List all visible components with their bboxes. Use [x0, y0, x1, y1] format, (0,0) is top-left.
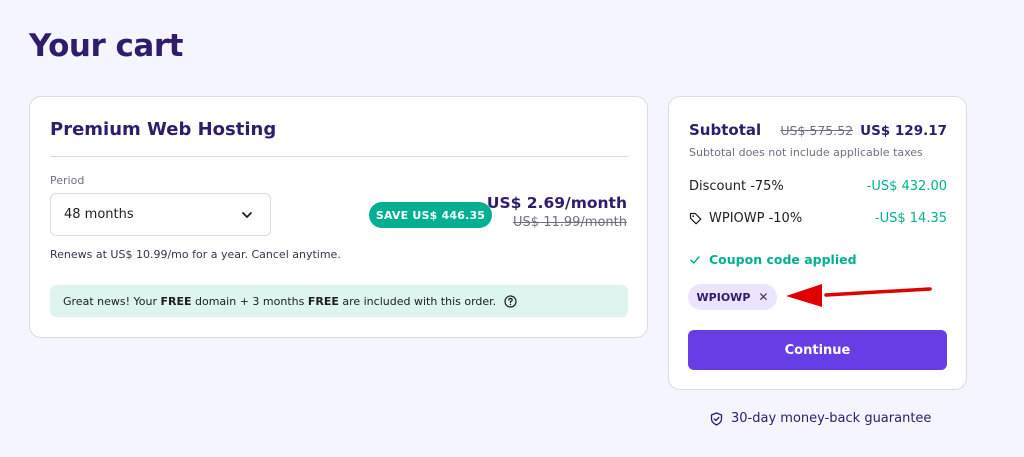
red-arrow-annotation — [786, 284, 932, 307]
promo-text: Great news! Your FREE domain + 3 months … — [63, 294, 497, 308]
coupon-applied-text: Coupon code applied — [709, 252, 857, 267]
subtotal-original: US$ 575.52 — [780, 123, 854, 138]
tag-icon — [689, 212, 702, 225]
product-card: Premium Web Hosting Period 48 months SAV… — [29, 96, 648, 338]
close-icon[interactable]: ✕ — [758, 291, 768, 303]
price-original: US$ 11.99/month — [513, 215, 627, 230]
renew-note: Renews at US$ 10.99/mo for a year. Cance… — [50, 248, 341, 261]
promo-banner: Great news! Your FREE domain + 3 months … — [50, 285, 628, 317]
period-select[interactable]: 48 months — [50, 193, 271, 236]
coupon-chip: WPIOWP ✕ — [688, 284, 777, 310]
coupon-applied-message: Coupon code applied — [689, 252, 857, 267]
divider — [50, 156, 628, 157]
money-back-guarantee: 30-day money-back guarantee — [710, 411, 931, 426]
price-block: US$ 2.69/month US$ 11.99/month — [487, 194, 627, 230]
subtotal-prices: US$ 575.52 US$ 129.17 — [780, 123, 947, 139]
shield-check-icon — [710, 411, 723, 426]
product-name: Premium Web Hosting — [50, 119, 277, 140]
subtotal-total: US$ 129.17 — [860, 123, 947, 139]
check-icon — [689, 254, 701, 266]
subtotal-label: Subtotal — [689, 121, 762, 139]
subtotal-row: Subtotal US$ 575.52 US$ 129.17 — [689, 121, 947, 139]
coupon-line: WPIOWP -10% — [689, 211, 802, 226]
guarantee-text: 30-day money-back guarantee — [731, 411, 932, 426]
order-summary-card: Subtotal US$ 575.52 US$ 129.17 Subtotal … — [668, 96, 967, 390]
coupon-row: WPIOWP -10% -US$ 14.35 — [689, 211, 947, 226]
discount-row: Discount -75% -US$ 432.00 — [689, 179, 947, 194]
save-badge: SAVE US$ 446.35 — [369, 202, 492, 228]
period-value: 48 months — [64, 207, 134, 222]
coupon-chip-label: WPIOWP — [696, 290, 751, 304]
period-label: Period — [50, 174, 85, 187]
chevron-down-icon — [240, 208, 254, 222]
coupon-label: WPIOWP -10% — [709, 211, 803, 226]
discount-value: -US$ 432.00 — [866, 179, 947, 194]
page-title: Your cart — [29, 28, 183, 64]
continue-button[interactable]: Continue — [688, 330, 947, 370]
coupon-value: -US$ 14.35 — [874, 211, 947, 226]
discount-label: Discount -75% — [689, 179, 784, 194]
question-circle-icon[interactable] — [504, 294, 517, 308]
tax-note: Subtotal does not include applicable tax… — [689, 146, 923, 159]
price-current: US$ 2.69/month — [486, 194, 627, 212]
